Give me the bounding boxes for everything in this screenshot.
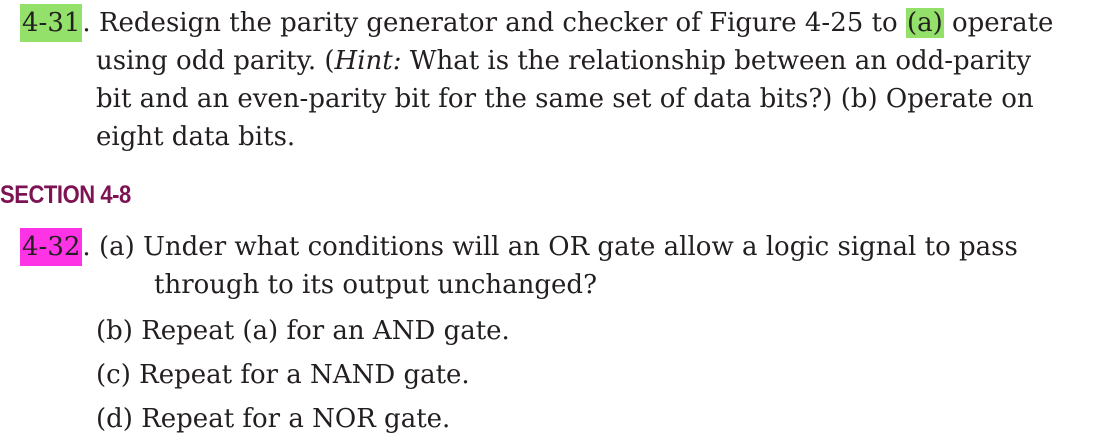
problem-4-31-text-1b: operate <box>943 8 1054 38</box>
part-a-highlight: (a) <box>905 8 944 38</box>
hint-label: Hint: <box>334 46 402 76</box>
problem-4-32-text-1: . (a) Under what conditions will an OR g… <box>82 232 1018 262</box>
problem-number-4-32: 4-32 <box>20 228 83 266</box>
problem-4-31: 4-31. Redesign the parity generator and … <box>20 4 1085 156</box>
problem-4-32-line-1: 4-32. (a) Under what conditions will an … <box>20 228 1090 266</box>
problem-4-31-line-2: using odd parity. (Hint: What is the rel… <box>20 42 1085 80</box>
textbook-page: 4-31. Redesign the parity generator and … <box>0 0 1099 443</box>
problem-number-4-31: 4-31 <box>20 4 83 42</box>
problem-4-31-line-4: eight data bits. <box>96 122 296 152</box>
section-heading: SECTION 4-8 <box>0 181 131 209</box>
problem-4-32-part-c: (c) Repeat for a NAND gate. <box>96 360 470 390</box>
problem-4-31-text-2a: using odd parity. ( <box>96 46 335 76</box>
problem-4-32-part-d: (d) Repeat for a NOR gate. <box>96 404 451 434</box>
problem-4-31-line-3: bit and an even-parity bit for the same … <box>96 84 1034 114</box>
problem-4-32-part-b: (b) Repeat (a) for an AND gate. <box>96 316 510 346</box>
problem-4-32: 4-32. (a) Under what conditions will an … <box>20 228 1090 304</box>
problem-4-32-line-2: through to its output unchanged? <box>154 270 598 300</box>
problem-4-31-text-2b: What is the relationship between an odd-… <box>401 46 1032 76</box>
problem-4-31-line-1: 4-31. Redesign the parity generator and … <box>20 4 1085 42</box>
problem-4-31-text-1a: . Redesign the parity generator and chec… <box>82 8 906 38</box>
